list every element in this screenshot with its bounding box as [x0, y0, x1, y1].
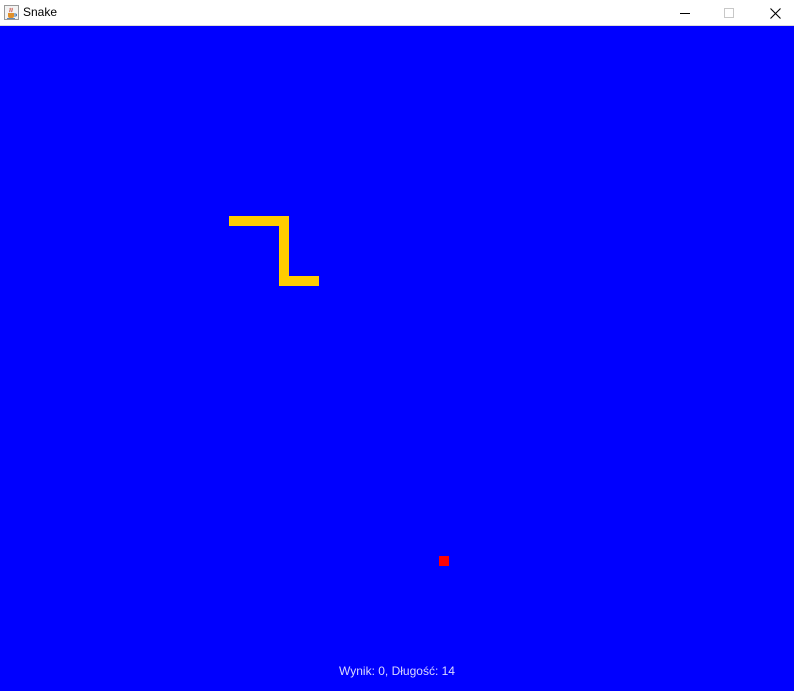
- game-board[interactable]: Wynik: 0, Długość: 14: [0, 26, 794, 691]
- java-cup-icon[interactable]: [4, 5, 19, 20]
- close-icon: [769, 7, 781, 19]
- status-text: Wynik: 0, Długość: 14: [339, 664, 455, 678]
- minimize-button[interactable]: [662, 0, 708, 26]
- title-bar[interactable]: Snake: [0, 0, 794, 26]
- snake-segment: [279, 276, 319, 286]
- maximize-button[interactable]: [706, 0, 752, 26]
- minimize-icon: [680, 13, 690, 14]
- game-window: Snake Wynik: 0, Długość: 14: [0, 0, 794, 691]
- maximize-icon: [724, 8, 734, 18]
- close-button[interactable]: [752, 0, 794, 26]
- window-title: Snake: [23, 5, 58, 19]
- food-pellet: [439, 556, 449, 566]
